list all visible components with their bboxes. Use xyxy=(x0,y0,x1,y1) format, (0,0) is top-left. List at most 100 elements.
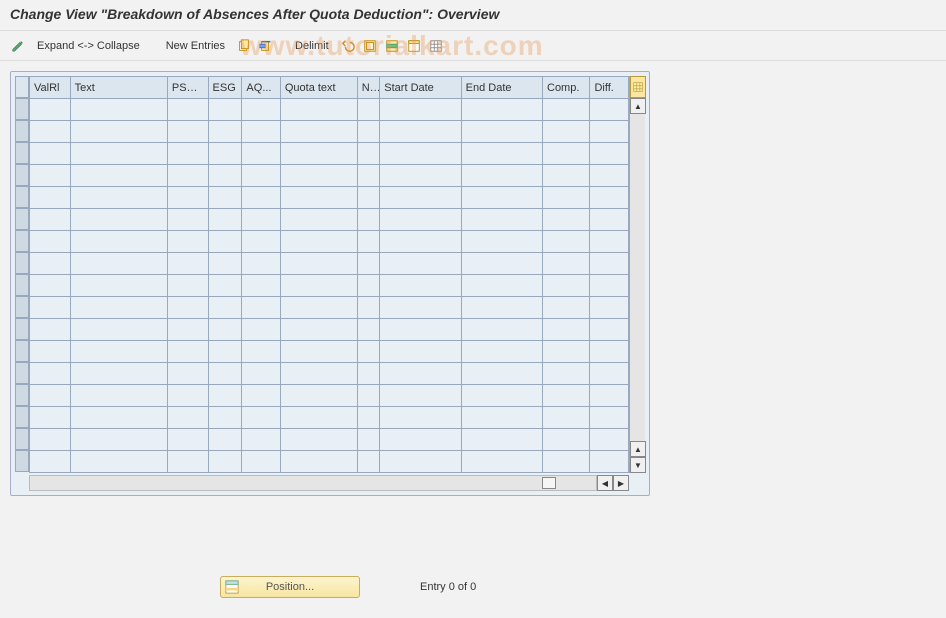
cell-quota[interactable] xyxy=(280,209,357,231)
row-selector[interactable] xyxy=(15,384,29,406)
cell-n[interactable] xyxy=(357,341,380,363)
cell-valrl[interactable] xyxy=(30,99,71,121)
cell-n[interactable] xyxy=(357,385,380,407)
cell-valrl[interactable] xyxy=(30,187,71,209)
cell-comp[interactable] xyxy=(543,121,590,143)
cell-esg[interactable] xyxy=(208,187,242,209)
cell-n[interactable] xyxy=(357,209,380,231)
cell-end[interactable] xyxy=(461,319,542,341)
cell-n[interactable] xyxy=(357,143,380,165)
row-selector[interactable] xyxy=(15,98,29,120)
cell-psg[interactable] xyxy=(167,231,208,253)
cell-text[interactable] xyxy=(70,99,167,121)
cell-start[interactable] xyxy=(380,209,461,231)
column-header-valrl[interactable]: ValRl xyxy=(30,77,71,99)
cell-text[interactable] xyxy=(70,407,167,429)
cell-psg[interactable] xyxy=(167,99,208,121)
cell-esg[interactable] xyxy=(208,407,242,429)
cell-valrl[interactable] xyxy=(30,165,71,187)
cell-esg[interactable] xyxy=(208,429,242,451)
cell-psg[interactable] xyxy=(167,341,208,363)
cell-comp[interactable] xyxy=(543,187,590,209)
cell-esg[interactable] xyxy=(208,209,242,231)
row-selector[interactable] xyxy=(15,230,29,252)
cell-valrl[interactable] xyxy=(30,209,71,231)
cell-comp[interactable] xyxy=(543,363,590,385)
row-selector[interactable] xyxy=(15,428,29,450)
cell-valrl[interactable] xyxy=(30,297,71,319)
cell-text[interactable] xyxy=(70,451,167,473)
cell-psg[interactable] xyxy=(167,121,208,143)
row-selector[interactable] xyxy=(15,208,29,230)
cell-text[interactable] xyxy=(70,275,167,297)
cell-start[interactable] xyxy=(380,121,461,143)
vertical-scrollbar[interactable] xyxy=(630,114,645,441)
cell-end[interactable] xyxy=(461,297,542,319)
scroll-right-button[interactable]: ▶ xyxy=(613,475,629,491)
select-all-icon[interactable] xyxy=(360,36,380,56)
cell-end[interactable] xyxy=(461,451,542,473)
cell-end[interactable] xyxy=(461,385,542,407)
cell-esg[interactable] xyxy=(208,99,242,121)
cell-text[interactable] xyxy=(70,121,167,143)
cell-quota[interactable] xyxy=(280,99,357,121)
cell-start[interactable] xyxy=(380,407,461,429)
cell-valrl[interactable] xyxy=(30,385,71,407)
cell-diff[interactable] xyxy=(590,341,629,363)
cell-psg[interactable] xyxy=(167,363,208,385)
cell-quota[interactable] xyxy=(280,297,357,319)
cell-aq[interactable] xyxy=(242,143,280,165)
cell-start[interactable] xyxy=(380,319,461,341)
cell-end[interactable] xyxy=(461,143,542,165)
cell-esg[interactable] xyxy=(208,319,242,341)
cell-n[interactable] xyxy=(357,165,380,187)
cell-comp[interactable] xyxy=(543,253,590,275)
cell-end[interactable] xyxy=(461,231,542,253)
cell-text[interactable] xyxy=(70,143,167,165)
cell-quota[interactable] xyxy=(280,363,357,385)
cell-start[interactable] xyxy=(380,363,461,385)
toggle-change-icon[interactable] xyxy=(8,36,28,56)
cell-text[interactable] xyxy=(70,297,167,319)
cell-quota[interactable] xyxy=(280,231,357,253)
cell-start[interactable] xyxy=(380,187,461,209)
cell-n[interactable] xyxy=(357,429,380,451)
cell-comp[interactable] xyxy=(543,341,590,363)
cell-esg[interactable] xyxy=(208,275,242,297)
cell-start[interactable] xyxy=(380,231,461,253)
row-selector[interactable] xyxy=(15,450,29,472)
cell-text[interactable] xyxy=(70,165,167,187)
cell-esg[interactable] xyxy=(208,121,242,143)
cell-psg[interactable] xyxy=(167,319,208,341)
cell-aq[interactable] xyxy=(242,451,280,473)
cell-aq[interactable] xyxy=(242,231,280,253)
column-header-diff[interactable]: Diff. xyxy=(590,77,629,99)
cell-end[interactable] xyxy=(461,429,542,451)
cell-quota[interactable] xyxy=(280,451,357,473)
cell-quota[interactable] xyxy=(280,253,357,275)
cell-end[interactable] xyxy=(461,341,542,363)
cell-comp[interactable] xyxy=(543,297,590,319)
cell-start[interactable] xyxy=(380,341,461,363)
column-header-quota[interactable]: Quota text xyxy=(280,77,357,99)
cell-valrl[interactable] xyxy=(30,363,71,385)
cell-end[interactable] xyxy=(461,407,542,429)
cell-diff[interactable] xyxy=(590,297,629,319)
cell-comp[interactable] xyxy=(543,407,590,429)
cell-diff[interactable] xyxy=(590,319,629,341)
cell-aq[interactable] xyxy=(242,341,280,363)
cell-diff[interactable] xyxy=(590,187,629,209)
cell-comp[interactable] xyxy=(543,209,590,231)
cell-text[interactable] xyxy=(70,319,167,341)
cell-comp[interactable] xyxy=(543,165,590,187)
cell-start[interactable] xyxy=(380,385,461,407)
cell-end[interactable] xyxy=(461,165,542,187)
cell-aq[interactable] xyxy=(242,407,280,429)
cell-esg[interactable] xyxy=(208,385,242,407)
column-header-end[interactable]: End Date xyxy=(461,77,542,99)
cell-diff[interactable] xyxy=(590,385,629,407)
cell-diff[interactable] xyxy=(590,253,629,275)
row-selector[interactable] xyxy=(15,252,29,274)
cell-end[interactable] xyxy=(461,275,542,297)
cell-aq[interactable] xyxy=(242,319,280,341)
